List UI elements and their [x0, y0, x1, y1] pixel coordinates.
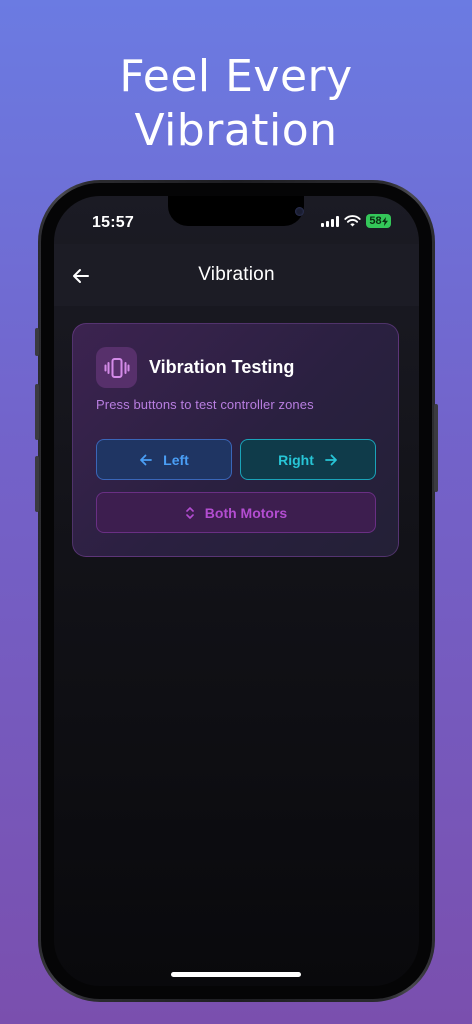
vibrate-left-button[interactable]: Left	[96, 439, 232, 480]
battery-level: 58	[369, 215, 382, 227]
status-icons: 58	[321, 214, 391, 228]
card-subtitle: Press buttons to test controller zones	[96, 397, 314, 412]
phone-frame: 15:57 58 Vibration Vibration Testing Pre…	[35, 180, 438, 1002]
vibrate-right-button[interactable]: Right	[240, 439, 376, 480]
headline-line-2: Vibration	[134, 105, 338, 156]
home-indicator[interactable]	[171, 972, 301, 977]
card-title: Vibration Testing	[149, 357, 295, 377]
front-camera	[295, 207, 304, 216]
chevrons-up-down-icon	[185, 506, 194, 519]
status-time: 15:57	[92, 214, 134, 231]
arrow-left-icon	[140, 454, 153, 465]
vibration-icon	[96, 347, 137, 388]
volume-down-button	[35, 456, 39, 512]
vibration-testing-card: Vibration Testing Press buttons to test …	[72, 323, 399, 557]
cellular-signal-icon	[321, 215, 339, 227]
battery-indicator: 58	[366, 214, 391, 228]
volume-up-button	[35, 384, 39, 440]
navigation-bar: Vibration	[54, 244, 419, 306]
headline-line-1: Feel Every	[119, 51, 353, 102]
arrow-right-icon	[324, 454, 337, 465]
left-button-label: Left	[163, 451, 189, 468]
marketing-headline: Feel Every Vibration	[0, 50, 472, 158]
wifi-icon	[344, 215, 361, 227]
mute-switch	[35, 328, 39, 356]
power-button	[434, 404, 438, 492]
right-button-label: Right	[278, 451, 314, 468]
notch	[168, 196, 304, 226]
phone-screen: 15:57 58 Vibration Vibration Testing Pre…	[54, 196, 419, 986]
page-title: Vibration	[198, 264, 275, 285]
charging-bolt-icon	[381, 216, 388, 226]
both-motors-label: Both Motors	[204, 504, 288, 521]
vibrate-both-motors-button[interactable]: Both Motors	[96, 492, 376, 533]
